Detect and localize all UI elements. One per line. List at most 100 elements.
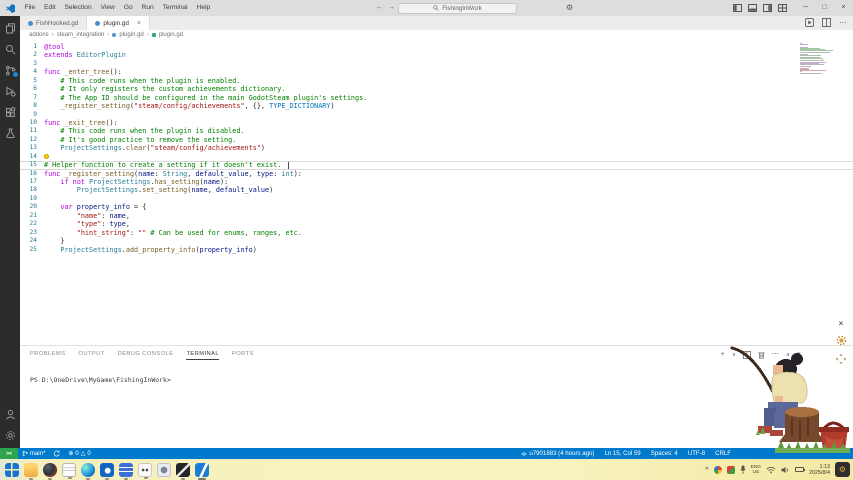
code-line-8[interactable]: 8 _register_setting("steam/config/achiev… — [20, 102, 853, 110]
code-line-13[interactable]: 13 ProjectSettings.clear("steam/config/a… — [20, 144, 853, 152]
code-line-19[interactable]: 19 — [20, 195, 853, 203]
encoding-item[interactable]: UTF-8 — [684, 450, 709, 457]
code-line-4[interactable]: 4func _enter_tree(): — [20, 68, 853, 76]
code-line-2[interactable]: 2extends EditorPlugin — [20, 51, 853, 59]
panel-tab-problems[interactable]: PROBLEMS — [30, 351, 65, 360]
menu-go[interactable]: Go — [119, 0, 137, 16]
explorer-icon[interactable] — [2, 20, 18, 36]
tray-battery-icon[interactable] — [795, 467, 804, 472]
menu-view[interactable]: View — [96, 0, 119, 16]
code-line-25[interactable]: 25 ProjectSettings.add_property_info(pro… — [20, 246, 853, 254]
indentation-item[interactable]: Spaces: 4 — [647, 450, 682, 457]
search-sidebar-icon[interactable] — [2, 41, 18, 57]
minimap[interactable] — [800, 43, 834, 74]
code-line-10[interactable]: 10func _exit_tree(): — [20, 119, 853, 127]
tray-mic-icon[interactable] — [740, 465, 746, 474]
desktop-pet-fisherman[interactable] — [720, 342, 853, 455]
code-line-22[interactable]: 22 "type": type, — [20, 220, 853, 228]
taskbar-vscode-icon[interactable] — [195, 463, 209, 477]
toggle-sidebar-icon[interactable] — [733, 4, 742, 12]
customize-layout-icon[interactable] — [778, 4, 787, 12]
toggle-panel-icon[interactable] — [748, 4, 757, 12]
taskbar-word-icon[interactable] — [119, 463, 133, 477]
titlebar-settings-icon[interactable]: ⚙ — [566, 3, 573, 13]
tray-wifi-icon[interactable] — [766, 466, 776, 474]
git-branch-item[interactable]: main* — [18, 448, 50, 459]
code-line-3[interactable]: 3 — [20, 60, 853, 68]
code-line-17[interactable]: 17 if not ProjectSettings.has_setting(na… — [20, 178, 853, 186]
split-editor-icon[interactable] — [822, 18, 831, 27]
taskbar-whiteboard-icon[interactable] — [138, 463, 152, 477]
code-line-23[interactable]: 23 "hint_string": "" # Can be used for e… — [20, 229, 853, 237]
tab-plugin-gd[interactable]: plugin.gd × — [87, 16, 150, 30]
code-line-18[interactable]: 18 ProjectSettings.set_setting(name, def… — [20, 186, 853, 194]
code-line-9[interactable]: 9 — [20, 111, 853, 119]
breadcrumb-addons[interactable]: addons — [29, 32, 49, 38]
menu-file[interactable]: File — [20, 0, 40, 16]
menu-run[interactable]: Run — [137, 0, 158, 16]
pet-close-icon[interactable]: × — [839, 320, 844, 328]
maximize-button[interactable]: □ — [815, 0, 834, 16]
breadcrumb-steam-integration[interactable]: steam_integration — [57, 32, 105, 38]
tray-app-icon[interactable] — [727, 466, 735, 474]
run-debug-icon[interactable] — [2, 83, 18, 99]
menu-selection[interactable]: Selection — [60, 0, 96, 16]
tab-fishhooked-gd[interactable]: FishHooked.gd — [20, 16, 87, 30]
titlebar-search[interactable]: FishingInWork — [398, 3, 517, 14]
back-icon[interactable]: ← — [376, 4, 383, 11]
taskbar-notepad-icon[interactable] — [62, 463, 76, 477]
taskbar-settings-icon[interactable] — [157, 463, 171, 477]
git-blame-item[interactable]: u7901883 (4 hours ago) — [517, 450, 598, 457]
close-window-button[interactable]: × — [834, 0, 853, 16]
code-line-20[interactable]: 20 var property_info = { — [20, 203, 853, 211]
pet-move-pad-icon[interactable] — [835, 353, 847, 365]
tray-browser-icon[interactable] — [714, 466, 722, 474]
code-line-6[interactable]: 6 # It only registers the custom achieve… — [20, 85, 853, 93]
taskbar-outlook-icon[interactable] — [100, 463, 114, 477]
code-line-11[interactable]: 11 # This code runs when the plugin is d… — [20, 127, 853, 135]
tray-clock[interactable]: 1:13 2025/8/4 — [809, 464, 830, 476]
code-line-24[interactable]: 24 } — [20, 237, 853, 245]
problems-item[interactable]: ⊗ 0 △ 0 — [64, 448, 94, 459]
panel-tab-debug-console[interactable]: DEBUG CONSOLE — [118, 351, 174, 360]
tray-hidden-icons-chevron[interactable]: ^ — [705, 467, 709, 473]
panel-tab-ports[interactable]: PORTS — [232, 351, 254, 360]
breadcrumb-file[interactable]: plugin.gd — [119, 32, 143, 38]
tray-language-indicator[interactable]: ENG US — [751, 465, 761, 475]
cursor-position-item[interactable]: Ln 15, Col 59 — [600, 450, 644, 457]
taskbar-start-icon[interactable] — [5, 463, 19, 477]
forward-icon[interactable]: → — [388, 4, 395, 11]
panel-tab-terminal[interactable]: TERMINAL — [186, 351, 219, 360]
extensions-icon[interactable] — [2, 104, 18, 120]
code-line-15[interactable]: 15# Helper function to create a setting … — [20, 161, 853, 169]
testing-icon[interactable] — [2, 125, 18, 141]
code-line-5[interactable]: 5 # This code runs when the plugin is en… — [20, 77, 853, 85]
taskbar-darkapp-icon[interactable] — [176, 463, 190, 477]
taskbar-explorer-icon[interactable] — [24, 463, 38, 477]
code-editor[interactable]: 1@tool2extends EditorPlugin34func _enter… — [20, 40, 853, 345]
taskbar-opera-icon[interactable] — [43, 463, 57, 477]
taskbar-edge-icon[interactable] — [81, 463, 95, 477]
sync-changes-item[interactable] — [49, 448, 64, 459]
breadcrumb-symbol[interactable]: plugin.gd — [159, 32, 183, 38]
pet-settings-gear-icon[interactable] — [836, 335, 847, 346]
accounts-icon[interactable] — [2, 406, 18, 422]
minimize-button[interactable]: ─ — [796, 0, 815, 16]
source-control-icon[interactable] — [2, 62, 18, 78]
code-line-16[interactable]: 16func _register_setting(name: String, d… — [20, 170, 853, 178]
more-actions-icon[interactable]: ⋯ — [839, 18, 847, 27]
tray-volume-icon[interactable] — [781, 466, 790, 474]
close-tab-icon[interactable]: × — [137, 20, 141, 27]
settings-gear-icon[interactable] — [2, 427, 18, 443]
menu-edit[interactable]: Edit — [40, 0, 60, 16]
lightbulb-icon[interactable] — [44, 154, 49, 159]
menu-terminal[interactable]: Terminal — [158, 0, 192, 16]
panel-tab-output[interactable]: OUTPUT — [78, 351, 104, 360]
toggle-secondary-sidebar-icon[interactable] — [763, 4, 772, 12]
code-line-1[interactable]: 1@tool — [20, 43, 853, 51]
code-line-14[interactable]: 14 — [20, 153, 853, 161]
code-line-7[interactable]: 7 # The App ID should be configured in t… — [20, 94, 853, 102]
code-line-21[interactable]: 21 "name": name, — [20, 212, 853, 220]
tray-utility-icon[interactable]: ⚙ — [835, 462, 850, 477]
run-file-icon[interactable] — [805, 18, 814, 27]
